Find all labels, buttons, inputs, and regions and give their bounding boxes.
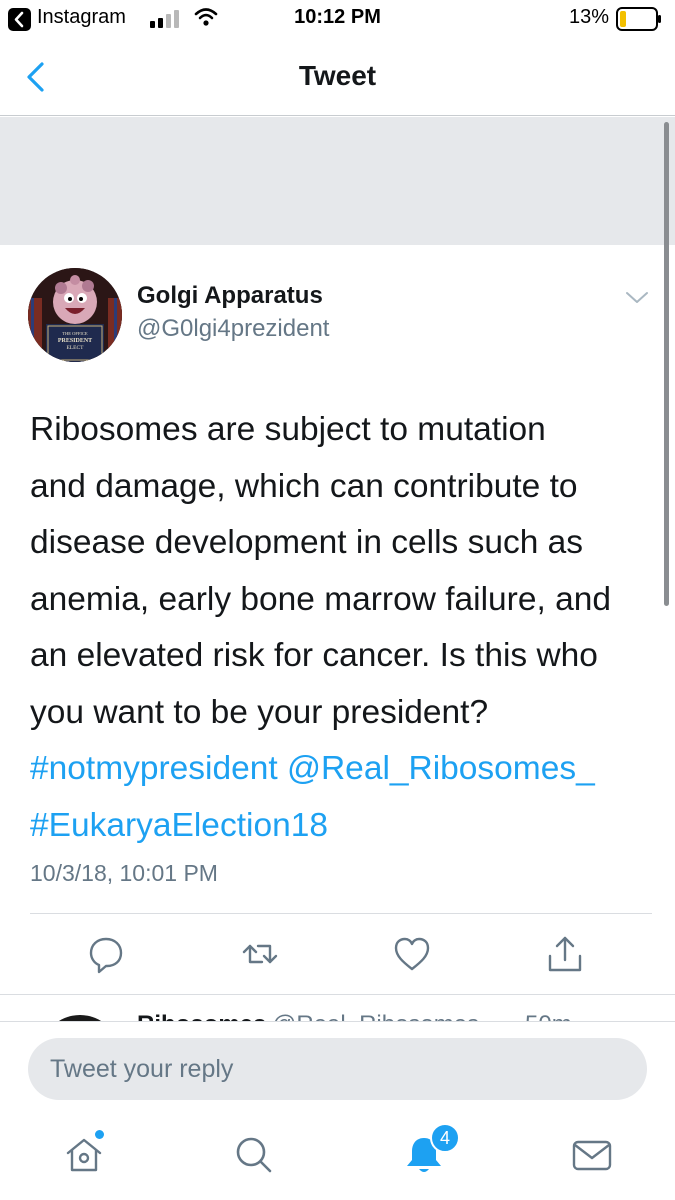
search-icon[interactable] — [232, 1133, 276, 1177]
tweet-text-line: and damage, which can contribute to — [30, 467, 578, 505]
tweet-text-line: Ribosomes are subject to mutation — [30, 411, 546, 448]
tweet-text-line: an elevated risk for cancer. Is this who — [30, 637, 598, 674]
tweet-links-line: #EukaryaElection18 — [30, 798, 650, 855]
navigation-bar: Tweet — [0, 40, 675, 116]
home-icon[interactable] — [62, 1133, 106, 1177]
tweet-text: Ribosomes are subject to mutation and da… — [30, 402, 650, 854]
envelope-icon[interactable] — [570, 1133, 614, 1177]
golgi-character-image: THE OFFICE PRESIDENT ELECT — [28, 268, 122, 362]
battery-percentage: 13% — [568, 6, 609, 28]
hashtag-link[interactable]: #EukaryaElection18 — [30, 807, 328, 844]
reply-author-handle: @Real_Ribosomes_ — [272, 1011, 492, 1021]
battery-low-icon — [616, 7, 661, 31]
svg-text:PRESIDENT: PRESIDENT — [58, 338, 92, 344]
tweet-text-line: you want to be your president? — [30, 693, 489, 731]
retweet-icon[interactable] — [240, 934, 280, 974]
reply-author-name: Ribosomes — [137, 1011, 266, 1021]
svg-text:THE OFFICE: THE OFFICE — [62, 331, 88, 336]
reply-icon[interactable] — [86, 934, 126, 974]
reply-input[interactable] — [28, 1038, 647, 1100]
share-icon[interactable] — [545, 934, 585, 974]
divider — [30, 913, 652, 914]
chevron-down-icon[interactable] — [624, 286, 650, 308]
notification-badge: 4 — [430, 1123, 460, 1153]
reply-composer — [0, 1021, 675, 1117]
tweet-links-line: #notmypresident @Real_Ribosomes_ — [30, 741, 650, 798]
reply-preview[interactable]: Ribosomes @Real_Ribosomes_ 50m — [0, 995, 675, 1021]
new-content-dot — [95, 1130, 104, 1139]
hashtag-link[interactable]: #notmypresident — [30, 750, 278, 787]
author-name[interactable]: Golgi Apparatus — [137, 282, 323, 310]
conversation-banner — [0, 117, 675, 245]
avatar[interactable]: THE OFFICE PRESIDENT ELECT — [28, 268, 122, 362]
tweet-timestamp: 10/3/18, 10:01 PM — [30, 860, 218, 886]
author-handle[interactable]: @G0lgi4prezident — [137, 315, 329, 343]
reply-time: 50m — [525, 1011, 572, 1021]
tweet-actions — [0, 928, 675, 984]
heart-icon[interactable] — [392, 934, 432, 974]
page-title: Tweet — [298, 60, 377, 91]
svg-text:ELECT: ELECT — [66, 345, 84, 351]
tweet-text-line: anemia, early bone marrow failure, and — [30, 580, 611, 618]
mention-link[interactable]: @Real_Ribosomes_ — [287, 750, 595, 787]
status-bar: Instagram 10:12 PM 13% — [0, 0, 675, 40]
tweet-text-line: disease development in cells such as — [30, 524, 584, 561]
scrollbar[interactable] — [664, 122, 669, 606]
